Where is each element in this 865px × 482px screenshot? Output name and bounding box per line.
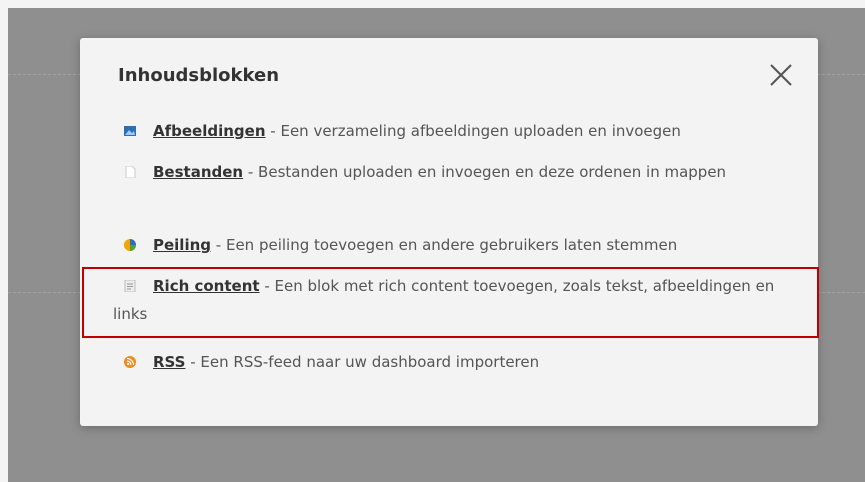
- list-item-peiling: Peiling - Een peiling toevoegen en ander…: [113, 231, 803, 259]
- item-description: - Een verzameling afbeeldingen uploaden …: [265, 122, 681, 140]
- link-rss[interactable]: RSS: [153, 353, 185, 371]
- rss-icon: [124, 349, 136, 368]
- item-description: - Bestanden uploaden en invoegen en deze…: [243, 163, 727, 181]
- content-blocks-dialog: Inhoudsblokken Afbeeldingen - Een verzam…: [80, 38, 818, 426]
- highlight-box: [82, 267, 819, 338]
- list-item-afbeeldingen: Afbeeldingen - Een verzameling afbeeldin…: [113, 117, 803, 145]
- item-description: - Een RSS-feed naar uw dashboard importe…: [185, 353, 540, 371]
- link-afbeeldingen[interactable]: Afbeeldingen: [153, 122, 266, 140]
- images-icon: [124, 118, 136, 136]
- item-description: - Een peiling toevoegen en andere gebrui…: [211, 236, 678, 254]
- dialog-title: Inhoudsblokken: [118, 65, 280, 86]
- poll-icon: [124, 232, 136, 251]
- link-peiling[interactable]: Peiling: [153, 236, 211, 254]
- list-item-bestanden: Bestanden - Bestanden uploaden en invoeg…: [113, 158, 803, 186]
- file-icon: [124, 159, 136, 179]
- close-icon[interactable]: [766, 60, 796, 90]
- list-item-rss: RSS - Een RSS-feed naar uw dashboard imp…: [113, 348, 803, 376]
- link-bestanden[interactable]: Bestanden: [153, 163, 243, 181]
